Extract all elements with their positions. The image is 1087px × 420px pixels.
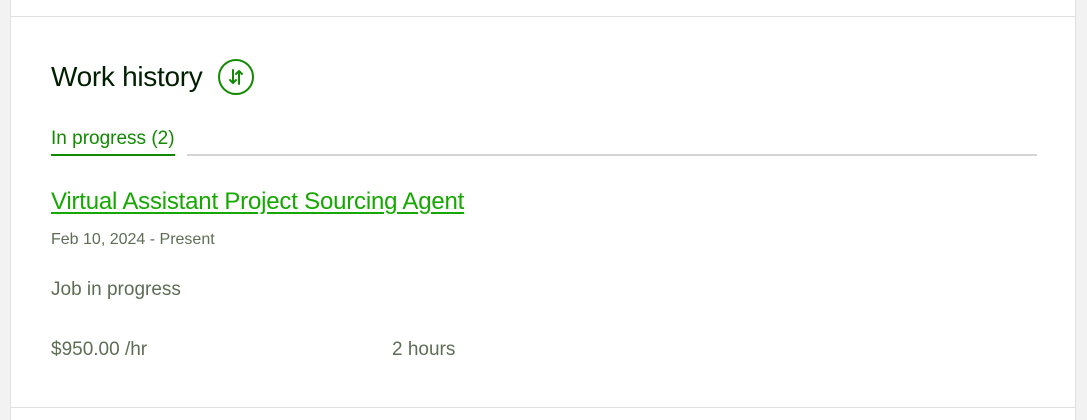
job-hours: 2 hours — [392, 339, 456, 360]
next-section-edge — [10, 408, 1076, 420]
sort-arrows-icon — [229, 69, 244, 85]
tabs-divider — [187, 154, 1037, 156]
job-title-link[interactable]: Virtual Assistant Project Sourcing Agent — [51, 188, 464, 216]
section-title: Work history — [51, 61, 203, 92]
section-header: Work history — [51, 59, 255, 95]
work-history-tabs: In progress (2) — [51, 128, 1037, 156]
sort-button[interactable] — [218, 59, 255, 95]
tab-in-progress[interactable]: In progress (2) — [51, 128, 175, 156]
work-history-section: Work history In progress (2) Virtual Ass… — [10, 16, 1076, 408]
job-rate: $950.00 /hr — [51, 339, 148, 360]
previous-section-edge — [10, 0, 1076, 16]
job-status: Job in progress — [51, 279, 181, 300]
job-dates: Feb 10, 2024 - Present — [51, 231, 215, 248]
